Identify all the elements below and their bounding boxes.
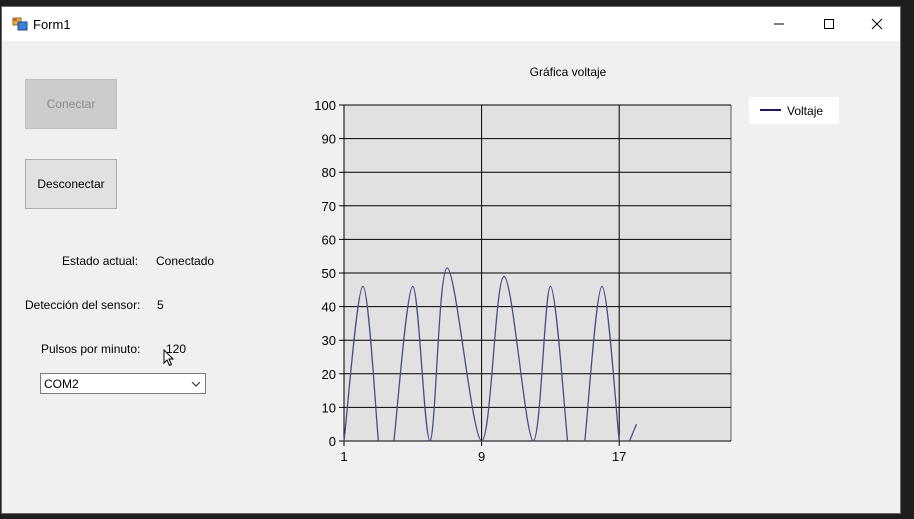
close-button[interactable] — [854, 7, 900, 41]
y-tick-label: 20 — [322, 367, 336, 382]
y-tick-label: 40 — [322, 300, 336, 315]
mouse-cursor-icon — [163, 349, 175, 367]
chart-title: Gráfica voltaje — [530, 65, 607, 79]
port-select[interactable]: COM2 — [40, 373, 206, 394]
app-icon — [12, 17, 28, 31]
legend-label-voltaje: Voltaje — [787, 104, 823, 118]
close-icon — [871, 18, 883, 30]
y-tick-label: 90 — [322, 132, 336, 147]
y-tick-label: 80 — [322, 165, 336, 180]
connect-button[interactable]: Conectar — [25, 79, 117, 129]
window-title: Form1 — [33, 17, 71, 32]
y-tick-label: 10 — [322, 400, 336, 415]
y-tick-label: 50 — [322, 266, 336, 281]
maximize-button[interactable] — [806, 7, 852, 41]
disconnect-button[interactable]: Desconectar — [25, 159, 117, 209]
minimize-button[interactable] — [756, 7, 802, 41]
y-tick-label: 0 — [329, 434, 336, 449]
y-tick-label: 100 — [314, 98, 336, 113]
x-axis: 1 9 17 — [340, 449, 626, 464]
y-tick-label: 60 — [322, 232, 336, 247]
sensor-label: Detección del sensor: — [25, 298, 141, 312]
chart-legend: Voltaje — [749, 97, 839, 124]
x-tick-label: 17 — [612, 449, 626, 464]
y-axis: 0 10 20 30 40 50 60 70 80 90 100 — [314, 98, 336, 449]
x-tick-label: 1 — [340, 449, 347, 464]
chevron-down-icon[interactable] — [191, 379, 201, 389]
y-tick-label: 70 — [322, 199, 336, 214]
maximize-icon — [824, 19, 834, 29]
pulse-label: Pulsos por minuto: — [41, 342, 141, 356]
sensor-value: 5 — [157, 298, 164, 312]
minimize-icon — [774, 23, 784, 25]
y-tick-label: 30 — [322, 333, 336, 348]
x-tick-label: 9 — [478, 449, 485, 464]
port-select-value: COM2 — [44, 377, 79, 391]
voltage-chart: Gráfica voltaje 0 10 20 30 40 50 60 70 80 90 100 1… — [314, 65, 839, 464]
main-window: Form1 Conectar Desconectar Estado actual… — [1, 6, 901, 514]
state-label: Estado actual: — [62, 254, 139, 268]
title-bar[interactable]: Form1 — [2, 7, 900, 41]
state-value: Conectado — [156, 254, 215, 268]
